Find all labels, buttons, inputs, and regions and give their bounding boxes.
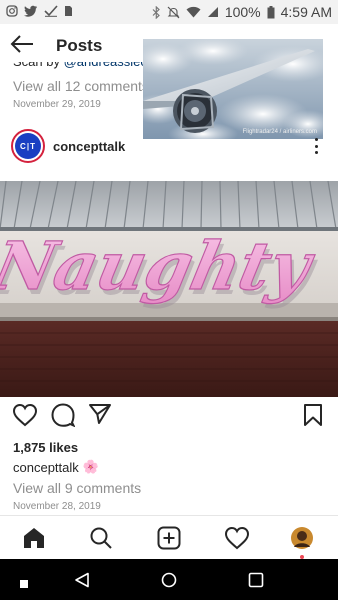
home-circle-icon[interactable] bbox=[161, 572, 177, 593]
more-options-icon[interactable] bbox=[314, 138, 318, 154]
post-image[interactable]: Naughty Naughty bbox=[0, 181, 338, 397]
profile-avatar[interactable] bbox=[290, 526, 314, 555]
mute-icon bbox=[167, 6, 180, 19]
naughty-sign-photo: Naughty Naughty bbox=[0, 181, 338, 397]
twitter-icon bbox=[24, 5, 38, 20]
status-right: 100% 4:59 AM bbox=[152, 4, 332, 20]
instagram-icon bbox=[6, 4, 18, 20]
battery-icon bbox=[267, 5, 275, 19]
page-title: Posts bbox=[56, 36, 103, 55]
wifi-icon bbox=[186, 6, 201, 18]
activity-heart-icon[interactable] bbox=[224, 526, 250, 555]
post-username[interactable]: concepttalk bbox=[53, 139, 125, 154]
bottom-tab-bar bbox=[0, 515, 338, 559]
sim-card-icon bbox=[64, 5, 73, 20]
save-bookmark-icon[interactable] bbox=[303, 403, 323, 432]
post-actions bbox=[0, 403, 338, 433]
view-comments-link[interactable]: View all 9 comments bbox=[13, 480, 141, 496]
back-triangle-icon[interactable] bbox=[74, 572, 90, 593]
android-nav-bar bbox=[0, 559, 338, 600]
post-date: November 28, 2019 bbox=[13, 501, 101, 512]
battery-percent: 100% bbox=[224, 4, 261, 20]
like-heart-icon[interactable] bbox=[12, 403, 38, 432]
clock: 4:59 AM bbox=[280, 4, 332, 20]
post-caption: concepttalk 🌸 bbox=[13, 459, 99, 475]
status-left bbox=[6, 4, 73, 20]
bluetooth-icon bbox=[152, 5, 161, 19]
post-author-avatar[interactable]: C|T bbox=[11, 129, 45, 163]
recent-apps-square-icon[interactable] bbox=[20, 575, 28, 593]
comment-icon[interactable] bbox=[51, 403, 76, 432]
screen: 100% 4:59 AM Posts Scan by @andreassiec … bbox=[0, 0, 338, 600]
previous-post-date: November 29, 2019 bbox=[13, 99, 101, 110]
signal-icon bbox=[207, 6, 219, 18]
likes-count[interactable]: 1,875 likes bbox=[13, 440, 78, 455]
post-header: C|T concepttalk bbox=[0, 124, 338, 168]
share-direct-icon[interactable] bbox=[88, 403, 112, 430]
avatar-logo-text: C|T bbox=[20, 141, 36, 151]
sign-text: Naughty bbox=[0, 227, 321, 305]
back-arrow-icon[interactable] bbox=[10, 34, 34, 58]
search-icon[interactable] bbox=[89, 526, 113, 555]
status-bar: 100% 4:59 AM bbox=[0, 0, 338, 24]
checkmark-icon bbox=[44, 4, 58, 20]
home-icon[interactable] bbox=[22, 526, 46, 555]
overview-square-icon[interactable] bbox=[248, 572, 264, 593]
cherry-blossom-emoji: 🌸 bbox=[82, 459, 99, 474]
caption-username[interactable]: concepttalk bbox=[13, 460, 79, 475]
avatar-logo: C|T bbox=[15, 133, 41, 159]
previous-view-comments-link[interactable]: View all 12 comments bbox=[13, 78, 149, 94]
new-post-icon[interactable] bbox=[157, 526, 181, 555]
